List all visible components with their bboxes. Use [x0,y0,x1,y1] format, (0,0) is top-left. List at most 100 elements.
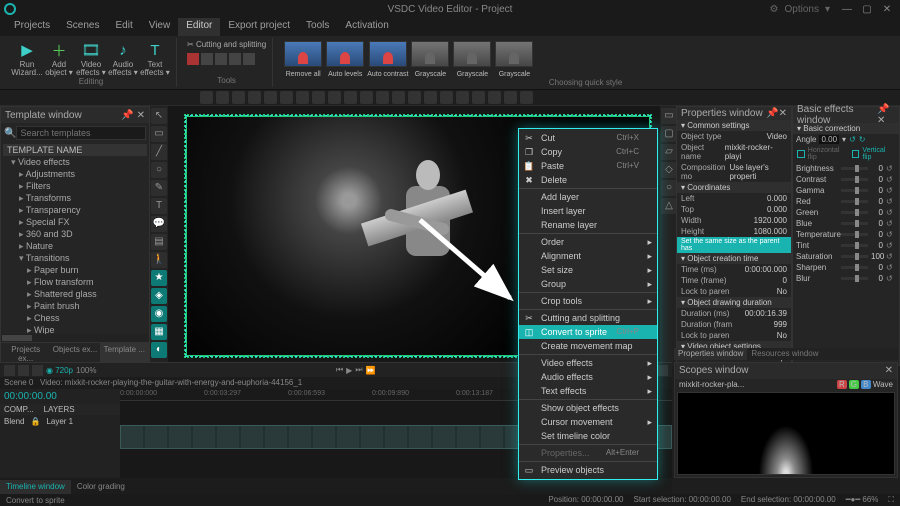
cutting-splitting-tool[interactable]: ✂ Cutting and splitting [187,40,266,49]
slider-track[interactable] [841,266,868,269]
tab-color-grading[interactable]: Color grading [71,480,131,494]
prop-value[interactable]: 0:00:00.000 [745,265,787,274]
doc-tool-icon[interactable] [232,91,245,104]
doc-tool-icon[interactable] [200,91,213,104]
close-icon[interactable]: ✕ [137,110,145,121]
tree-node[interactable]: Paper burn [3,264,147,276]
slider-track[interactable] [841,222,868,225]
gear-icon[interactable]: ⚙ [770,4,779,15]
tl-layer-name[interactable]: Layer 1 [46,417,73,426]
doc-tool-icon[interactable] [360,91,373,104]
shape-tool-icon[interactable]: ▱ [661,144,677,160]
doc-tool-icon[interactable] [312,91,325,104]
tl-btn[interactable] [32,365,43,376]
slider-track[interactable] [841,167,868,170]
menu-projects[interactable]: Projects [6,18,58,36]
doc-tool-icon[interactable] [424,91,437,104]
slider-track[interactable] [841,255,868,258]
tree-node[interactable]: Filters [3,180,147,192]
prop-value[interactable]: 1920.000 [754,216,787,225]
fx-tool-icon[interactable]: ▦ [151,324,167,340]
fx-tool-icon[interactable]: ◐ [151,342,167,358]
reset-icon[interactable]: ↺ [886,175,896,184]
tool-icon[interactable] [201,53,213,65]
reset-icon[interactable]: ↺ [886,241,896,250]
reset-icon[interactable]: ↺ [886,208,896,217]
style-thumb[interactable] [453,41,491,67]
tree-node[interactable]: Adjustments [3,168,147,180]
options-link[interactable]: Options [785,4,819,15]
tree-node[interactable]: Chess [3,312,147,324]
menu-tools[interactable]: Tools [298,18,337,36]
slider-track[interactable] [841,211,868,214]
ctx-set-timeline-color[interactable]: Set timeline color [519,429,657,443]
line-tool-icon[interactable]: ╱ [151,144,167,160]
tl-step-icon[interactable]: ⏩ [366,366,376,375]
prop-value[interactable]: mixkit-rocker-playi [725,143,787,161]
window-max-button[interactable]: ▢ [858,4,876,15]
slider-track[interactable] [841,189,868,192]
ellipse-tool-icon[interactable]: ○ [151,162,167,178]
rect-tool-icon[interactable]: ▭ [151,126,167,142]
fx-tool-icon[interactable]: ◈ [151,288,167,304]
style-thumb[interactable] [411,41,449,67]
shape-tool-icon[interactable]: ◇ [661,162,677,178]
scope-r-badge[interactable]: R [837,380,847,389]
chart-tool-icon[interactable]: ▤ [151,234,167,250]
close-icon[interactable]: ✕ [885,365,893,376]
ctx-set-size[interactable]: Set size [519,263,657,277]
ctx-preview-objects[interactable]: ▭Preview objects [519,461,657,477]
tool-icon[interactable] [215,53,227,65]
reset-icon[interactable]: ↺ [886,219,896,228]
prop-value[interactable]: Use layer's properti [729,163,787,181]
tree-node[interactable]: Wipe [3,324,147,334]
ctx-show-object-effects[interactable]: Show object effects [519,399,657,415]
section-coords[interactable]: Coordinates [677,182,791,193]
slider-track[interactable] [841,277,868,280]
prop-value[interactable]: No [777,287,787,296]
slider-track[interactable] [841,244,868,247]
shape-tool-icon[interactable]: ▭ [661,108,677,124]
slider-track[interactable] [841,178,868,181]
tl-btn[interactable] [657,365,668,376]
doc-tool-icon[interactable] [456,91,469,104]
tree-node[interactable]: Transitions [3,252,147,264]
ctx-cursor-movement[interactable]: Cursor movement [519,415,657,429]
doc-tool-icon[interactable] [376,91,389,104]
doc-tool-icon[interactable] [408,91,421,104]
tooltip-tool-icon[interactable]: 💬 [151,216,167,232]
prop-value[interactable]: 1080.000 [754,227,787,236]
doc-tool-icon[interactable] [472,91,485,104]
vflip-checkbox[interactable] [852,150,860,158]
ctx-add-layer[interactable]: Add layer [519,188,657,204]
text-tool-icon[interactable]: T [151,198,167,214]
window-min-button[interactable]: — [838,4,856,15]
prop-value[interactable]: 0.000 [767,194,787,203]
text-effects-button[interactable]: TTexteffects ▾ [140,40,170,77]
scope-b-badge[interactable]: B [861,380,871,389]
tl-play-icon[interactable]: ▶ [346,366,352,375]
tl-fit[interactable]: 100% [76,366,96,375]
doc-tool-icon[interactable] [216,91,229,104]
reset-icon[interactable]: ↺ [886,164,896,173]
video-effects-button[interactable]: 🎞Videoeffects ▾ [76,40,106,77]
ctx-insert-layer[interactable]: Insert layer [519,204,657,218]
doc-tool-icon[interactable] [280,91,293,104]
doc-tool-icon[interactable] [328,91,341,104]
add-object-button[interactable]: ＋Addobject ▾ [44,40,74,77]
cursor-tool-icon[interactable]: ↖ [151,108,167,124]
prop-value[interactable]: 00:00:16.39 [745,309,787,318]
style-thumb[interactable] [326,41,364,67]
tree-node[interactable]: Shattered glass [3,288,147,300]
scopes-source[interactable]: mixkit-rocker-pla... [679,380,744,389]
tl-scene-label[interactable]: Scene 0 [4,378,33,387]
section-common[interactable]: Common settings [677,120,791,131]
fx-tool-icon[interactable]: ★ [151,270,167,286]
tree-node[interactable]: Flow transform [3,276,147,288]
ctx-order[interactable]: Order [519,233,657,249]
menu-export[interactable]: Export project [220,18,298,36]
rotate-ccw-icon[interactable]: ↺ [849,135,856,144]
ctx-video-effects[interactable]: Video effects [519,354,657,370]
window-close-button[interactable]: ✕ [878,4,896,15]
ctx-group[interactable]: Group [519,277,657,291]
